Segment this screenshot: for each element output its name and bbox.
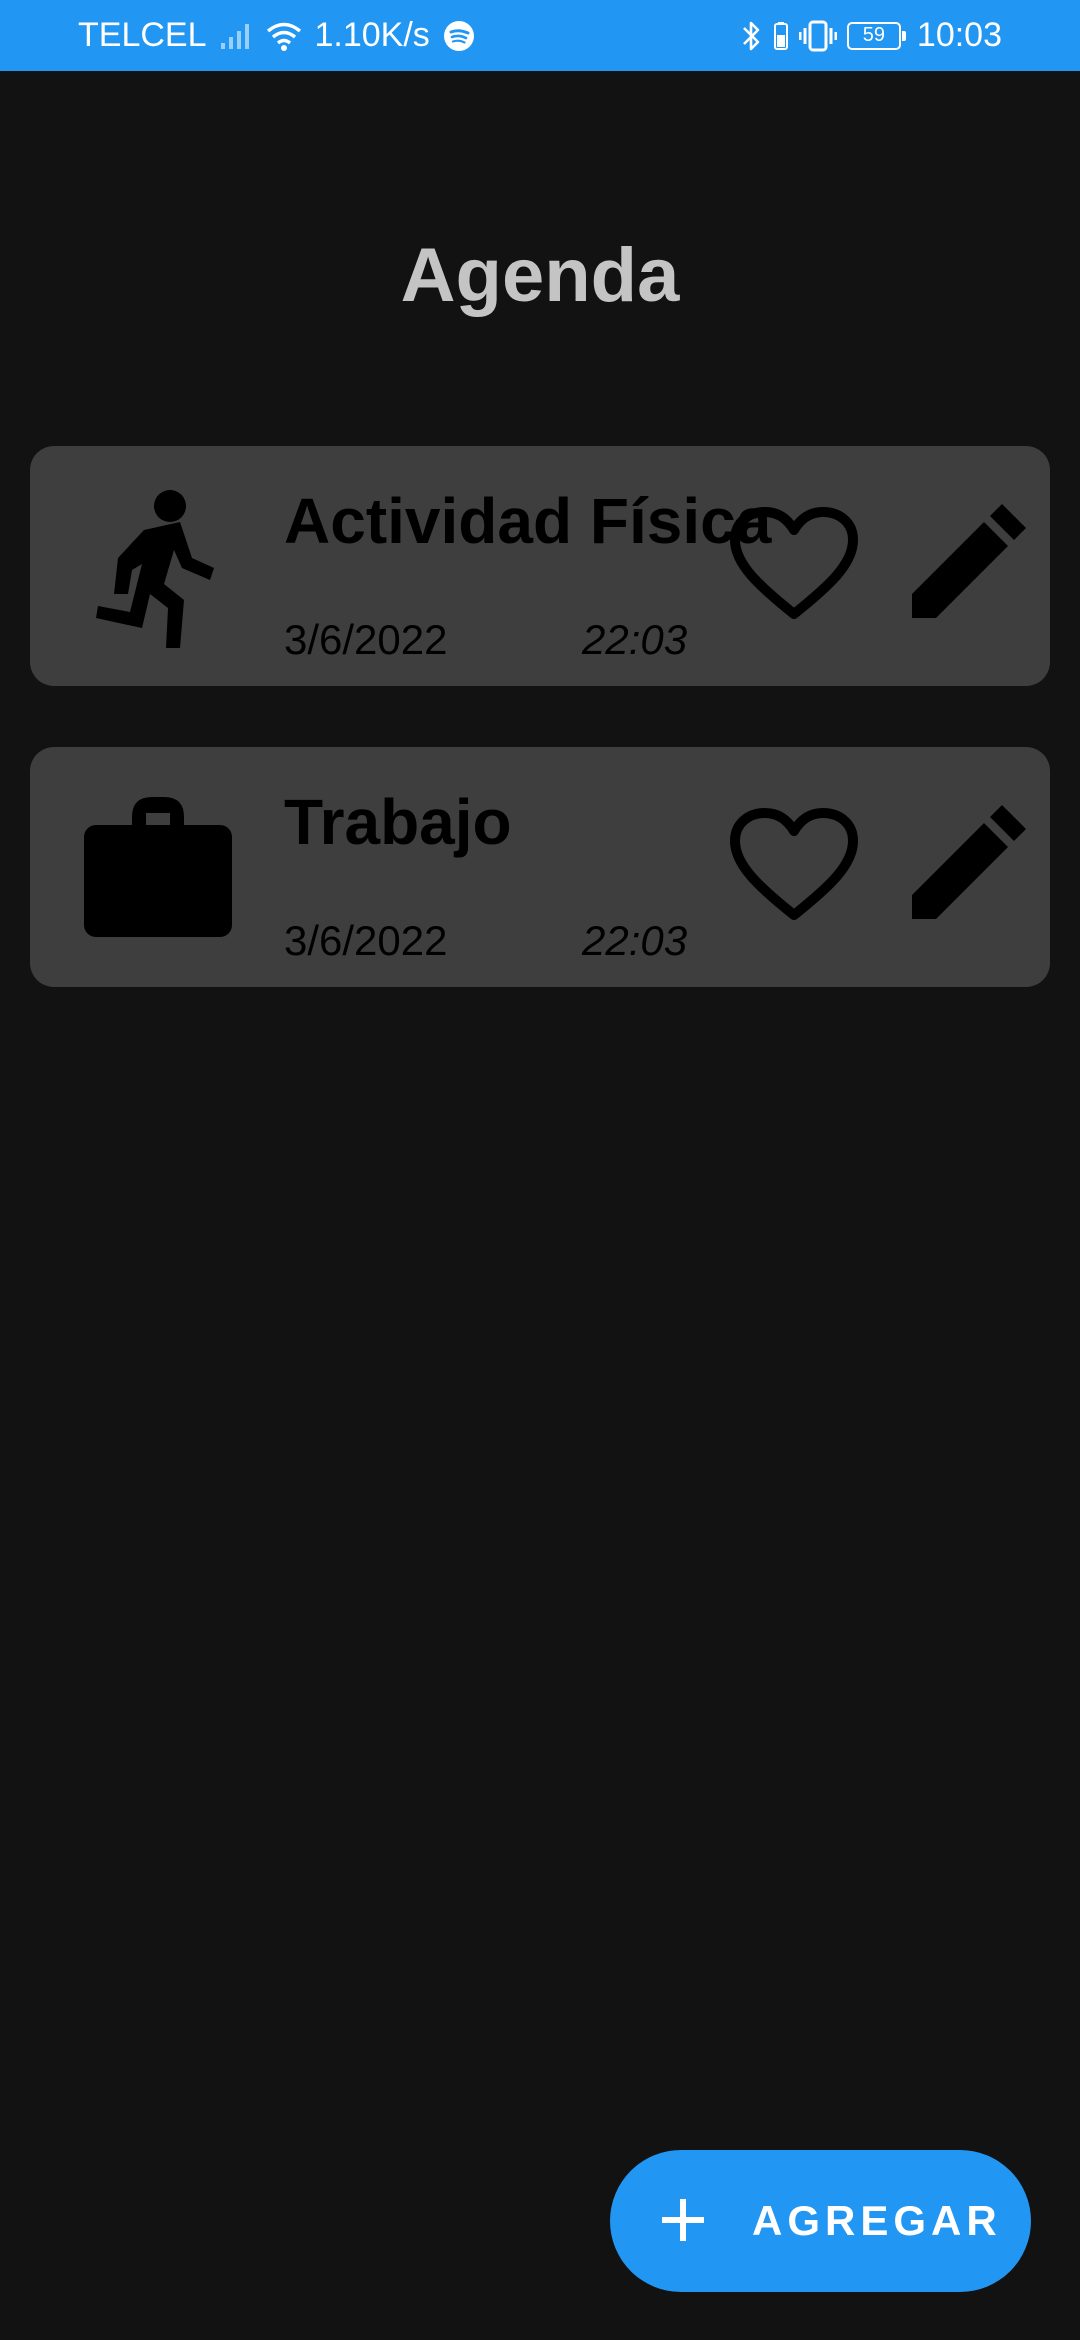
battery-small-icon xyxy=(773,21,789,51)
add-button-label: AGREGAR xyxy=(752,2197,1002,2244)
wifi-icon xyxy=(265,20,303,52)
carrier-label: TELCEL xyxy=(78,16,207,54)
list-item[interactable]: Actividad Física 3/6/2022 22:03 xyxy=(30,446,1050,686)
bluetooth-icon xyxy=(739,19,763,53)
add-button[interactable]: AGREGAR xyxy=(610,2150,1031,2292)
vibrate-icon xyxy=(798,20,837,52)
running-person-icon xyxy=(78,482,238,650)
item-title: Trabajo xyxy=(284,786,512,858)
status-bar-left: TELCEL 1.10K/s xyxy=(78,0,476,71)
battery-icon: 59 xyxy=(846,21,906,50)
plus-icon xyxy=(660,2197,706,2246)
page-title: Agenda xyxy=(400,233,680,318)
item-time: 22:03 xyxy=(582,616,688,663)
pencil-icon xyxy=(906,503,1026,627)
list-item[interactable]: Trabajo 3/6/2022 22:03 xyxy=(30,747,1050,987)
briefcase-icon xyxy=(78,783,238,951)
status-bar-right: 59 10:03 xyxy=(739,0,1002,71)
pencil-icon xyxy=(906,804,1026,928)
spotify-icon xyxy=(442,19,476,53)
favorite-button[interactable] xyxy=(724,490,864,640)
heart-outline-icon xyxy=(729,506,859,625)
favorite-button[interactable] xyxy=(724,791,864,941)
battery-level: 59 xyxy=(862,24,886,46)
heart-outline-icon xyxy=(729,807,859,926)
net-speed-label: 1.10K/s xyxy=(314,16,430,54)
clock: 10:03 xyxy=(916,16,1002,54)
item-date: 3/6/2022 xyxy=(284,917,448,964)
item-time: 22:03 xyxy=(582,917,688,964)
edit-button[interactable] xyxy=(896,791,1036,941)
signal-icon xyxy=(219,21,253,51)
edit-button[interactable] xyxy=(896,490,1036,640)
item-title: Actividad Física xyxy=(284,485,772,557)
status-bar: TELCEL 1.10K/s 59 10:03 xyxy=(0,0,1080,71)
item-date: 3/6/2022 xyxy=(284,616,448,663)
